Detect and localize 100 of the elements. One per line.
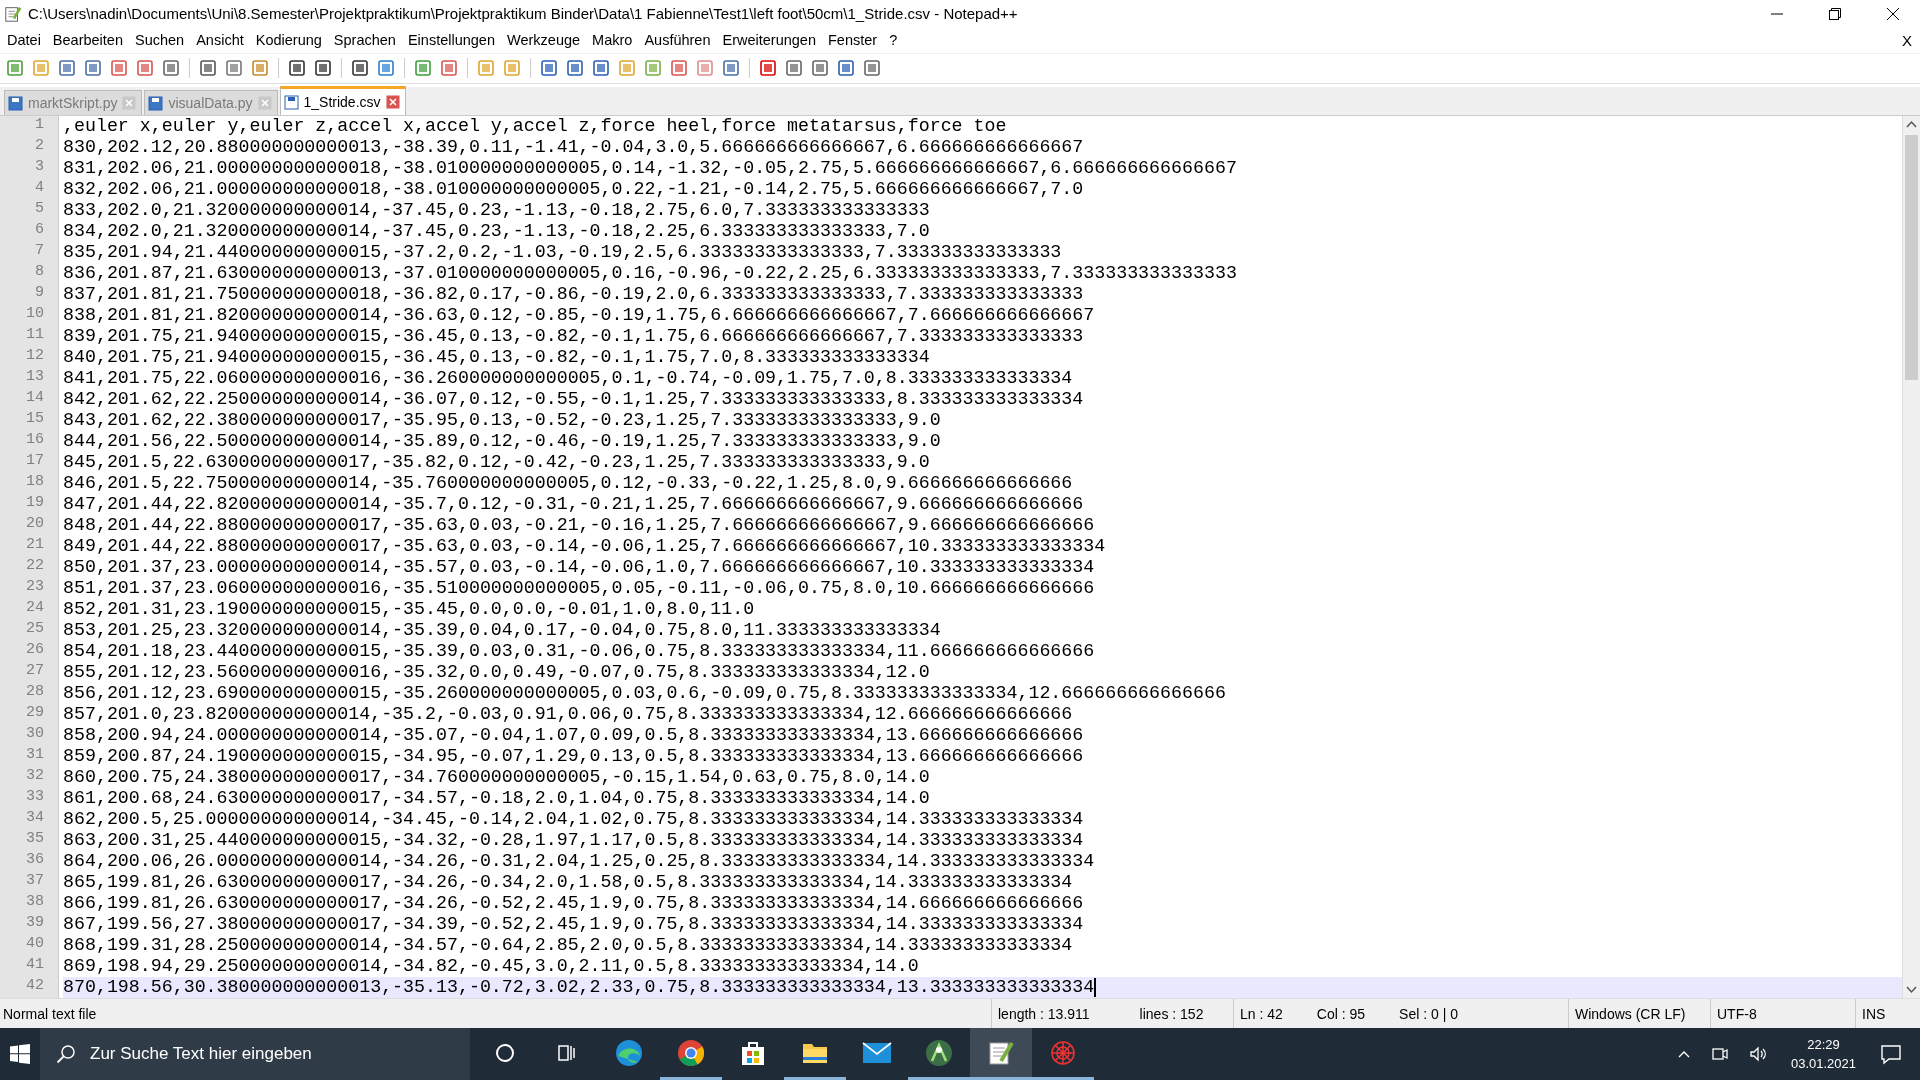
taskbar-search-field[interactable]: Zur Suche Text hier eingeben	[40, 1028, 470, 1080]
line-number: 10	[25, 305, 45, 325]
line-number: 26	[25, 641, 45, 661]
close-icon[interactable]	[1886, 6, 1900, 21]
line-number: 31	[25, 746, 45, 766]
line-number: 37	[25, 872, 45, 892]
menu-item[interactable]: ?	[884, 30, 905, 51]
code-line: 866,199.81,26.630000000000017,-34.26,-0.52,2.45,1.9,0.75,8.333333333333334,14.666666666666666	[63, 893, 1084, 915]
code-line: 850,201.37,23.000000000000014,-35.57,0.03,-0.14,-0.06,1.0,7.666666666666667,10.333333333333334	[63, 557, 1095, 579]
code-line: 851,201.37,23.060000000000016,-35.510000000000005,0.05,-0.11,-0.06,0.75,8.0,10.666666666666666	[63, 578, 1095, 600]
column-position: Col : 95	[1316, 1005, 1366, 1022]
line-number: 18	[25, 473, 45, 493]
line-number: 24	[25, 599, 45, 619]
line-number: 33	[25, 788, 45, 808]
code-line: 862,200.5,25.000000000000014,-34.45,-0.14,2.04,1.02,0.75,8.333333333333334,14.333333333333334	[63, 809, 1084, 831]
code-line: 836,201.87,21.630000000000013,-37.010000000000005,0.16,-0.96,-0.22,2.25,6.333333333333333,7.333333333333333	[63, 263, 1237, 285]
code-line: 849,201.44,22.880000000000017,-35.63,0.03,-0.14,-0.06,1.25,7.666666666666667,10.333333333333334	[63, 536, 1106, 558]
robot-head-icon	[925, 1038, 953, 1067]
code-line: 839,201.75,21.940000000000015,-36.45,0.13,-0.82,-0.1,1.75,6.666666666666667,7.333333333333333	[63, 326, 1084, 348]
text-caret	[1094, 978, 1096, 998]
window-title: C:\Users\nadin\Documents\Uni\8.Semester\Projektpraktikum\Projektpraktikum Binder\Data\1 Fabienne\Test1\left foot\50cm\1_Stride.csv - Notepad++	[28, 5, 1018, 23]
line-number: 25	[25, 620, 45, 640]
line-number: 4	[34, 179, 45, 199]
line-number: 23	[25, 578, 45, 598]
code-line: 867,199.56,27.380000000000017,-34.39,-0.52,2.45,1.9,0.75,8.333333333333334,14.333333333333334	[63, 914, 1084, 936]
search-icon	[56, 1044, 76, 1064]
line-number: 9	[34, 284, 45, 304]
line-number: 39	[25, 914, 45, 934]
code-line: 870,198.56,30.380000000000013,-35.13,-0.72,3.02,2.33,0.75,8.333333333333334,13.333333333333334	[63, 977, 1095, 999]
close-document-button[interactable]: X	[1902, 31, 1920, 49]
clock-time: 22:29	[1807, 1036, 1840, 1054]
code-line: 857,201.0,23.820000000000014,-35.2,-0.03,0.91,0.06,0.75,8.333333333333334,12.666666666666666	[63, 704, 1073, 726]
menu-item[interactable]: Sprachen	[328, 30, 403, 51]
clock-date: 03.01.2021	[1790, 1055, 1856, 1073]
code-line: 852,201.31,23.190000000000015,-35.45,0.0,0.0,-0.01,1.0,8.0,11.0	[63, 599, 755, 621]
line-number: 28	[25, 683, 45, 703]
line-number: 14	[25, 389, 45, 409]
line-number: 34	[25, 809, 45, 829]
code-line: 855,201.12,23.560000000000016,-35.32,0.0,0.49,-0.07,0.75,8.333333333333334,12.0	[63, 662, 930, 684]
code-line: 837,201.81,21.750000000000018,-36.82,0.17,-0.86,-0.19,2.0,6.333333333333333,7.333333333333333	[63, 284, 1084, 306]
notification-icon[interactable]	[1880, 1043, 1902, 1065]
line-number: 3	[34, 158, 45, 178]
menu-item[interactable]: Fenster	[823, 30, 885, 51]
code-line: 858,200.94,24.000000000000014,-35.07,-0.04,1.07,0.09,0.5,8.333333333333334,13.666666666666666	[63, 725, 1084, 747]
document-type: Normal text file	[2, 1005, 98, 1022]
line-number: 12	[25, 347, 45, 367]
insert-mode: INS	[1862, 1005, 1886, 1022]
line-number: 20	[25, 515, 45, 535]
menu-item[interactable]: Kodierung	[250, 30, 329, 51]
line-ending: Windows (CR LF)	[1575, 1005, 1686, 1022]
code-line: 869,198.94,29.250000000000014,-34.82,-0.45,3.0,2.11,0.5,8.333333333333334,14.0	[63, 956, 919, 978]
line-number: 19	[25, 494, 45, 514]
menu-item[interactable]: Einstellungen	[402, 30, 502, 51]
taskbar-button[interactable]	[970, 1028, 1032, 1080]
restore-icon[interactable]	[1828, 6, 1842, 21]
code-line: 832,202.06,21.000000000000018,-38.010000000000005,0.22,-1.21,-0.14,2.75,5.666666666666667,7.0	[63, 179, 1084, 201]
code-line: 864,200.06,26.000000000000014,-34.26,-0.31,2.04,1.25,0.25,8.333333333333334,14.333333333333334	[63, 851, 1095, 873]
taskbar-clock[interactable]: 22:29 03.01.2021	[1790, 1035, 1856, 1073]
code-line: 834,202.0,21.320000000000014,-37.45,0.23,-1.13,-0.18,2.25,6.333333333333333,7.0	[63, 221, 930, 243]
scroll-thumb[interactable]	[1905, 135, 1918, 381]
code-line: 830,202.12,20.880000000000013,-38.39,0.11,-1.41,-0.04,3.0,5.666666666666667,6.666666666666667	[63, 137, 1084, 159]
menu-item[interactable]: Werkzeuge	[502, 30, 588, 51]
browser-ring-icon	[676, 1037, 706, 1068]
line-number: 8	[34, 263, 45, 283]
menu-item[interactable]: Ausführen	[639, 30, 718, 51]
menu-item[interactable]: Ansicht	[191, 30, 251, 51]
menu-item[interactable]: Suchen	[130, 30, 192, 51]
file-tab[interactable]: 1_Stride.csv	[279, 86, 406, 116]
line-number: 27	[25, 662, 45, 682]
code-line: 841,201.75,22.060000000000016,-36.260000000000005,0.1,-0.74,-0.09,1.75,7.0,8.333333333333334	[63, 368, 1073, 390]
menu-item[interactable]: Datei	[2, 30, 48, 51]
device-icon[interactable]	[1710, 1045, 1729, 1063]
code-line: 842,201.62,22.250000000000014,-36.07,0.12,-0.55,-0.1,1.25,7.333333333333333,8.333333333333334	[63, 389, 1084, 411]
windows-logo-icon[interactable]	[10, 1044, 30, 1064]
selection-info: Sel : 0 | 0	[1399, 1005, 1458, 1022]
line-number: 36	[25, 851, 45, 871]
line-number: 41	[25, 956, 45, 976]
line-number: 6	[34, 221, 45, 241]
line-number: 11	[25, 326, 45, 346]
speaker-icon[interactable]	[1748, 1045, 1767, 1063]
menu-item[interactable]: Makro	[587, 30, 640, 51]
code-line: 835,201.94,21.440000000000015,-37.2,0.2,-1.03,-0.19,2.5,6.333333333333333,7.333333333333333	[63, 242, 1062, 264]
length-label: length : 13.911	[998, 1005, 1090, 1022]
line-number: 22	[25, 557, 45, 577]
menu-item[interactable]: Bearbeiten	[47, 30, 130, 51]
code-line: 856,201.12,23.690000000000015,-35.260000000000005,0.03,0.6,-0.09,0.75,8.333333333333334,12.666666666666666	[63, 683, 1226, 705]
line-number: 21	[25, 536, 45, 556]
line-number: 40	[25, 935, 45, 955]
notepad-icon	[4, 4, 22, 23]
code-line: 861,200.68,24.630000000000017,-34.57,-0.18,2.0,1.04,0.75,8.333333333333334,14.0	[63, 788, 930, 810]
close-tab-icon[interactable]	[385, 95, 400, 110]
code-line: 859,200.87,24.190000000000015,-34.95,-0.07,1.29,0.13,0.5,8.333333333333334,13.666666666666666	[63, 746, 1084, 768]
code-line: ,euler x,euler y,euler z,accel x,accel y,accel z,force heel,force metatarsus,force toe	[63, 116, 1007, 138]
line-number: 32	[25, 767, 45, 787]
code-line: 838,201.81,21.820000000000014,-36.63,0.12,-0.85,-0.19,1.75,6.666666666666667,7.666666666666667	[63, 305, 1095, 327]
menu-item[interactable]: Erweiterungen	[717, 30, 823, 51]
envelope-icon	[862, 1039, 892, 1066]
vertical-scrollbar[interactable]	[1902, 116, 1920, 999]
line-number: 2	[34, 137, 45, 157]
line-number: 7	[34, 242, 45, 262]
